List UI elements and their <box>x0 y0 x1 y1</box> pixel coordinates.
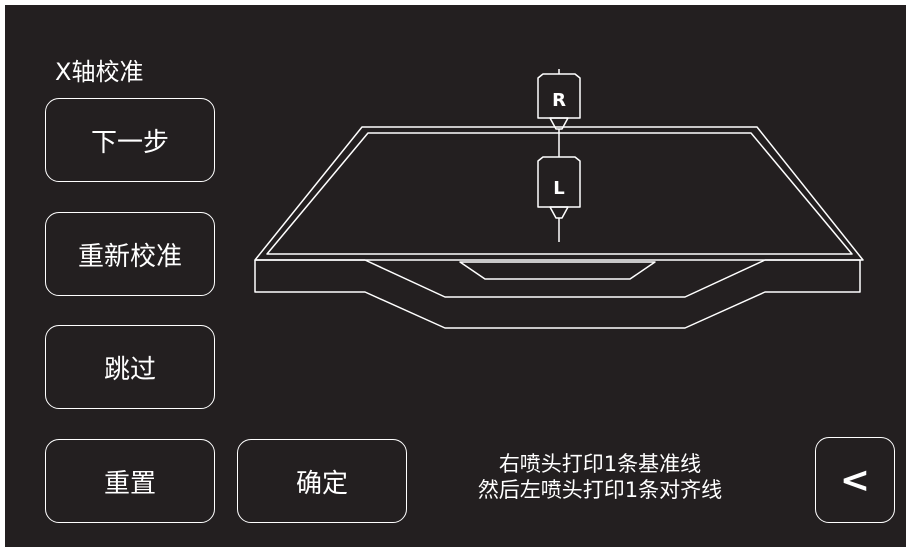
nozzle-left-icon <box>537 156 581 242</box>
nozzle-left-label: L <box>553 178 564 199</box>
nozzle-right-label: R <box>552 90 566 111</box>
nozzle-right-icon <box>537 69 581 157</box>
print-bed-diagram: R L <box>254 69 864 329</box>
calibration-screen: X轴校准 下一步 重新校准 跳过 重置 确定 < 右喷头打印1条基准线 然后左喷… <box>5 5 906 547</box>
bed-front <box>254 259 861 329</box>
